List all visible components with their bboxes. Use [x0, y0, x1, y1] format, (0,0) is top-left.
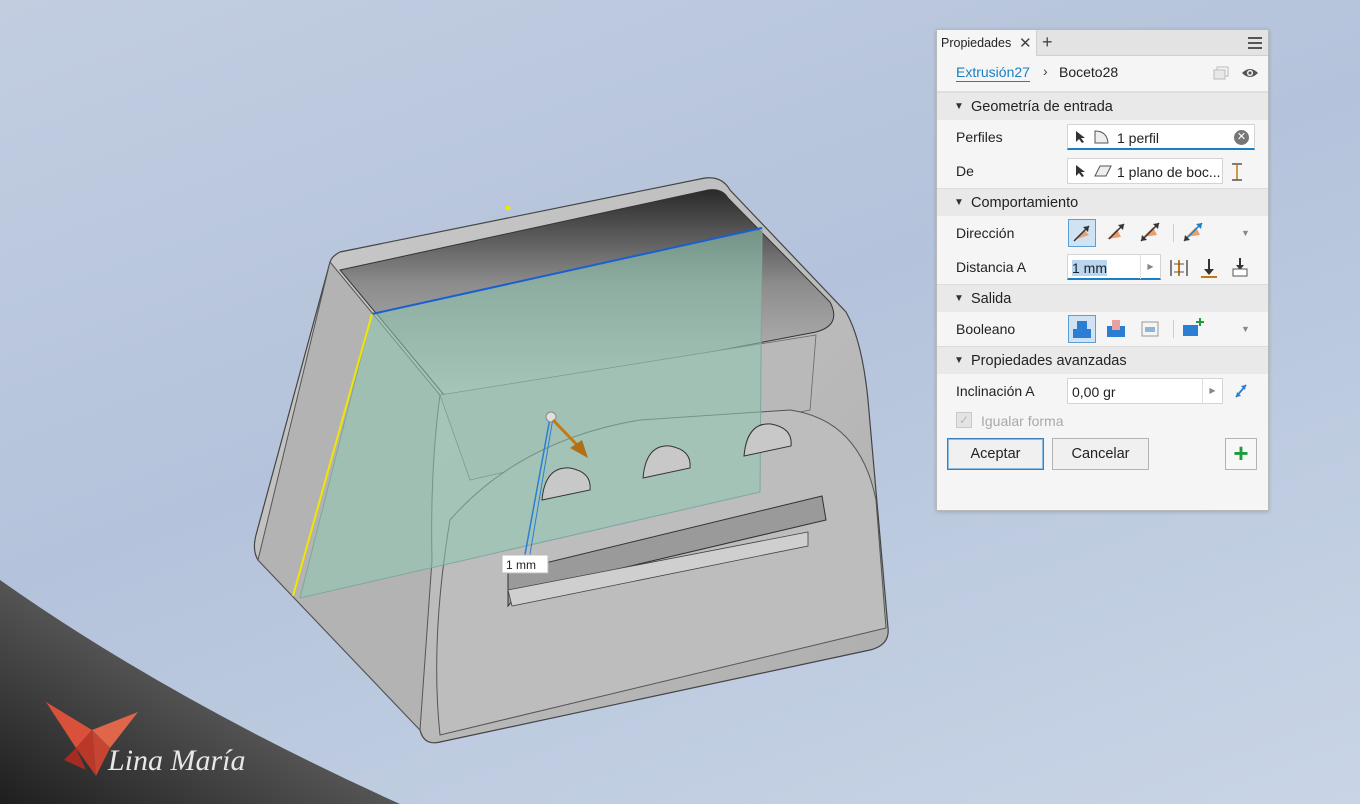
direction-asymmetric-icon: [1183, 222, 1203, 242]
direction-default-icon: [1073, 225, 1090, 242]
plane-icon: [1094, 165, 1112, 177]
cursor-icon: [1076, 131, 1085, 143]
taper-value: 0,00 gr: [1072, 384, 1116, 400]
from-label: De: [956, 163, 974, 179]
collapse-triangle-icon: ▼: [954, 293, 964, 304]
profiles-row: Perfiles 1 perfil ✕: [937, 120, 1268, 154]
section-title: Propiedades avanzadas: [971, 353, 1127, 369]
boolean-row: Booleano ▼: [937, 312, 1268, 346]
section-behavior[interactable]: ▼ Comportamiento: [937, 188, 1268, 216]
collapse-triangle-icon: ▼: [954, 355, 964, 366]
taper-label: Inclinación A: [956, 383, 1035, 399]
panel-tabbar: Propiedades ✕ +: [937, 30, 1268, 56]
taper-row: Inclinación A 0,00 gr ▶: [937, 374, 1268, 404]
from-row: De 1 plano de boc...: [937, 154, 1268, 188]
cursor-icon: [1076, 165, 1085, 177]
clear-icon[interactable]: ✕: [1234, 130, 1249, 145]
sketch-point: [505, 205, 511, 211]
properties-panel: Propiedades ✕ + Extrusión27 › Boceto28 ▼…: [936, 29, 1269, 511]
distance-row: Distancia A 1 mm ▶: [937, 250, 1268, 284]
intersect-icon: [1141, 321, 1159, 337]
tab-properties[interactable]: Propiedades ✕: [937, 30, 1037, 56]
chevron-right-icon: ›: [1043, 63, 1048, 79]
breadcrumb-link[interactable]: Extrusión27: [956, 64, 1030, 82]
chevron-down-icon[interactable]: ▼: [1241, 324, 1250, 334]
profiles-value: 1 perfil: [1117, 130, 1160, 146]
boolean-label: Booleano: [956, 321, 1016, 337]
taper-input[interactable]: 0,00 gr ▶: [1067, 378, 1223, 404]
dimension-label: 1 mm: [506, 558, 536, 572]
menu-icon[interactable]: [1248, 37, 1262, 49]
cut-icon: [1107, 320, 1125, 337]
profiles-label: Perfiles: [956, 129, 1003, 145]
intersect-button[interactable]: [1137, 315, 1165, 343]
direction-flip-button[interactable]: [1103, 219, 1131, 247]
cut-button[interactable]: [1103, 315, 1131, 343]
breadcrumb: Extrusión27 › Boceto28: [937, 56, 1268, 92]
distance-input[interactable]: 1 mm ▶: [1067, 254, 1161, 280]
direction-default-button[interactable]: [1068, 219, 1096, 247]
match-shape-checkbox[interactable]: ✓: [956, 412, 972, 428]
direction-symmetric-button[interactable]: [1137, 219, 1165, 247]
match-shape-row: ✓ Igualar forma: [937, 404, 1268, 434]
breadcrumb-current: Boceto28: [1059, 64, 1119, 80]
join-button[interactable]: [1068, 315, 1096, 343]
from-selector[interactable]: 1 plano de boc...: [1067, 158, 1223, 184]
new-body-icon: [1183, 318, 1204, 336]
tab-label: Propiedades: [941, 36, 1012, 50]
match-shape-label: Igualar forma: [981, 413, 1064, 429]
profiles-selector[interactable]: 1 perfil ✕: [1067, 124, 1255, 150]
direction-symmetric-icon: [1140, 222, 1160, 242]
separator: [1173, 224, 1174, 242]
chevron-down-icon[interactable]: ▼: [1241, 228, 1250, 238]
direction-label: Dirección: [956, 225, 1015, 241]
collapse-triangle-icon: ▼: [954, 101, 964, 112]
profile-icon: [1094, 130, 1109, 144]
section-input-geometry[interactable]: ▼ Geometría de entrada: [937, 92, 1268, 120]
section-advanced[interactable]: ▼ Propiedades avanzadas: [937, 346, 1268, 374]
from-value: 1 plano de boc...: [1117, 164, 1221, 180]
stack-icon[interactable]: [1213, 66, 1229, 80]
section-title: Geometría de entrada: [971, 99, 1113, 115]
apply-plus-button[interactable]: +: [1225, 438, 1257, 470]
section-output[interactable]: ▼ Salida: [937, 284, 1268, 312]
cancel-button[interactable]: Cancelar: [1052, 438, 1149, 470]
distance-value: 1 mm: [1072, 260, 1107, 276]
join-icon: [1073, 321, 1091, 338]
flip-taper-icon[interactable]: [1233, 382, 1249, 400]
direction-flip-icon: [1107, 223, 1125, 240]
section-title: Salida: [971, 291, 1012, 307]
to-icon[interactable]: [1200, 258, 1218, 278]
plus-icon[interactable]: +: [1042, 32, 1053, 53]
direction-row: Dirección ▼: [937, 216, 1268, 250]
extents-icon[interactable]: [1231, 163, 1243, 181]
close-icon[interactable]: ✕: [1019, 34, 1032, 52]
chevron-right-icon[interactable]: ▶: [1202, 379, 1222, 403]
collapse-triangle-icon: ▼: [954, 197, 964, 208]
direction-asymmetric-button[interactable]: [1180, 219, 1208, 247]
chevron-right-icon[interactable]: ▶: [1140, 255, 1160, 279]
section-title: Comportamiento: [971, 195, 1079, 211]
eye-icon[interactable]: [1241, 65, 1259, 81]
watermark-signature: Lina María: [107, 744, 246, 777]
ok-button[interactable]: Aceptar: [947, 438, 1044, 470]
distance-mode-icon[interactable]: [1169, 258, 1189, 278]
button-row: Aceptar Cancelar +: [937, 434, 1268, 478]
to-next-icon[interactable]: [1231, 257, 1249, 277]
distance-label: Distancia A: [956, 259, 1027, 275]
separator: [1173, 320, 1174, 338]
new-body-button[interactable]: [1180, 315, 1208, 343]
